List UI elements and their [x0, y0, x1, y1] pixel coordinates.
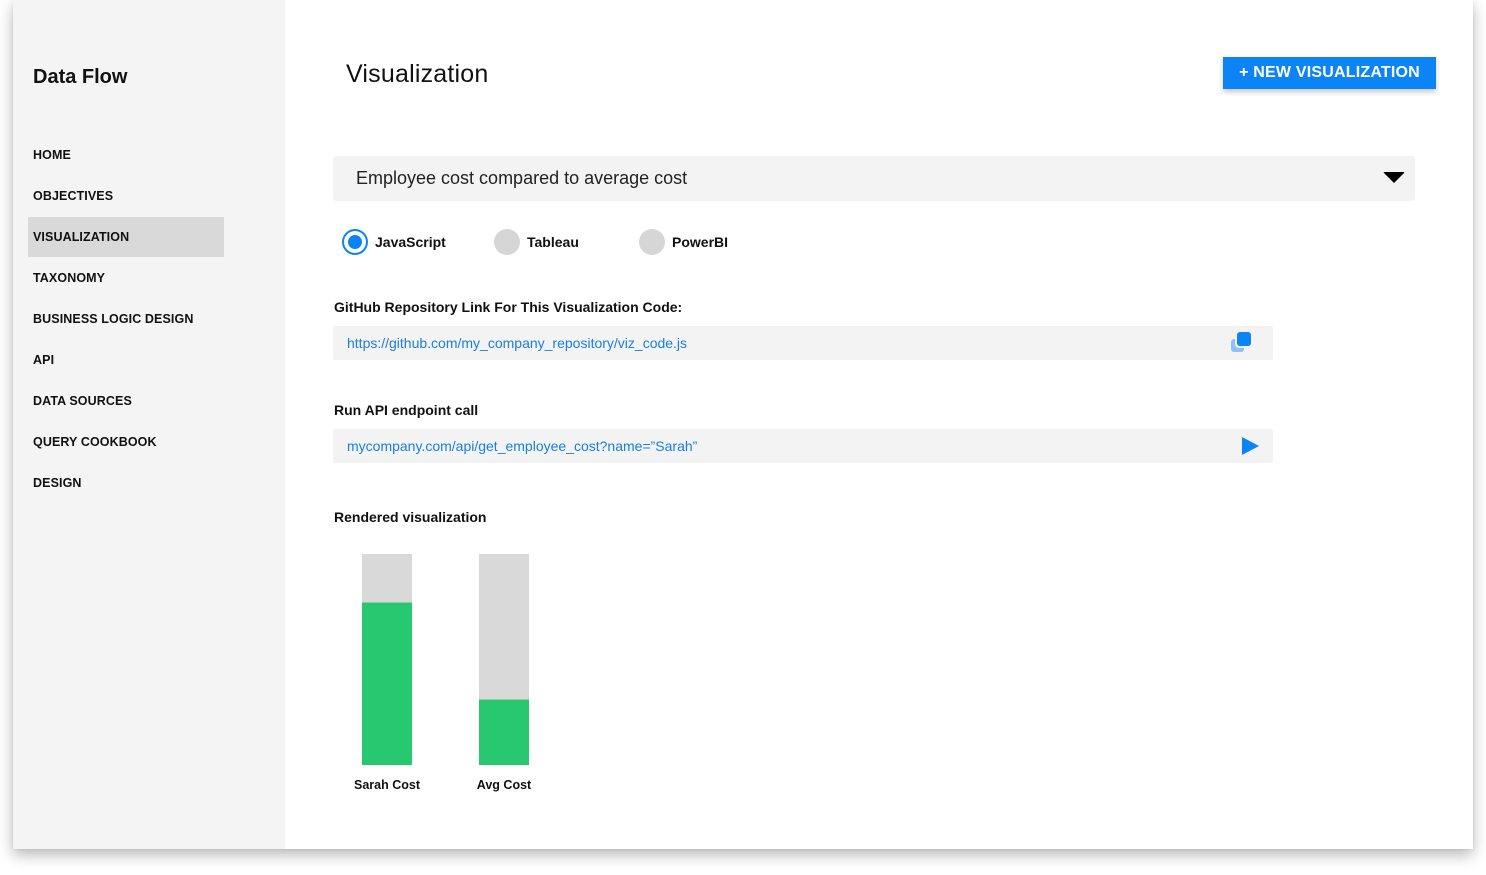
- radio-powerbi-label: PowerBI: [672, 234, 729, 250]
- sidebar-item-home[interactable]: HOME: [28, 135, 224, 175]
- chart-svg: [362, 554, 529, 765]
- bar-sarah-cost: [362, 602, 412, 765]
- radio-selected-icon[interactable]: [342, 229, 368, 255]
- sidebar-item-query-cookbook[interactable]: QUERY COOKBOOK: [28, 422, 224, 462]
- bar-label-sarah-cost: Sarah Cost: [354, 778, 420, 792]
- radio-unselected-icon[interactable]: [639, 229, 665, 255]
- sidebar-item-api[interactable]: API: [28, 340, 224, 380]
- radio-javascript-label: JavaScript: [375, 234, 446, 250]
- radio-powerbi[interactable]: PowerBI: [639, 228, 728, 256]
- rendered-visualization-label: Rendered visualization: [334, 509, 487, 525]
- bar-avg-cost: [479, 699, 529, 765]
- radio-tableau[interactable]: Tableau: [494, 228, 579, 256]
- repo-link-value[interactable]: https://github.com/my_company_repository…: [347, 335, 687, 351]
- api-call-value[interactable]: mycompany.com/api/get_employee_cost?name…: [347, 438, 697, 454]
- sidebar-item-objectives[interactable]: OBJECTIVES: [28, 176, 224, 216]
- radio-tableau-label: Tableau: [527, 234, 579, 250]
- caret-down-icon[interactable]: [1383, 172, 1405, 183]
- sidebar: Data Flow HOME OBJECTIVES VISUALIZATION …: [13, 0, 285, 849]
- sidebar-item-business-logic-design[interactable]: BUSINESS LOGIC DESIGN: [28, 299, 224, 339]
- sidebar-item-data-sources[interactable]: DATA SOURCES: [28, 381, 224, 421]
- page-title: Visualization: [346, 60, 489, 88]
- radio-javascript[interactable]: JavaScript: [342, 228, 446, 256]
- sidebar-item-design[interactable]: DESIGN: [28, 463, 224, 503]
- repo-link-field[interactable]: https://github.com/my_company_repository…: [333, 326, 1273, 360]
- app-window: Data Flow HOME OBJECTIVES VISUALIZATION …: [13, 0, 1473, 849]
- sidebar-item-taxonomy[interactable]: TAXONOMY: [28, 258, 224, 298]
- cost-bar-chart: Sarah Cost Avg Cost: [333, 548, 593, 808]
- api-call-label: Run API endpoint call: [334, 402, 479, 418]
- app-brand: Data Flow: [33, 66, 128, 88]
- radio-unselected-icon[interactable]: [494, 229, 520, 255]
- visualization-select-value: Employee cost compared to average cost: [356, 168, 688, 188]
- bar-label-avg-cost: Avg Cost: [476, 778, 532, 792]
- sidebar-item-visualization[interactable]: VISUALIZATION: [28, 217, 224, 257]
- sidebar-nav: HOME OBJECTIVES VISUALIZATION TAXONOMY B…: [28, 135, 224, 504]
- copy-icon[interactable]: [1231, 332, 1253, 354]
- visualization-select[interactable]: Employee cost compared to average cost: [333, 156, 1415, 201]
- repo-link-label: GitHub Repository Link For This Visualiz…: [334, 299, 683, 315]
- api-call-field[interactable]: mycompany.com/api/get_employee_cost?name…: [333, 429, 1273, 463]
- new-visualization-button[interactable]: + NEW VISUALIZATION: [1223, 57, 1436, 89]
- play-icon[interactable]: [1242, 437, 1259, 455]
